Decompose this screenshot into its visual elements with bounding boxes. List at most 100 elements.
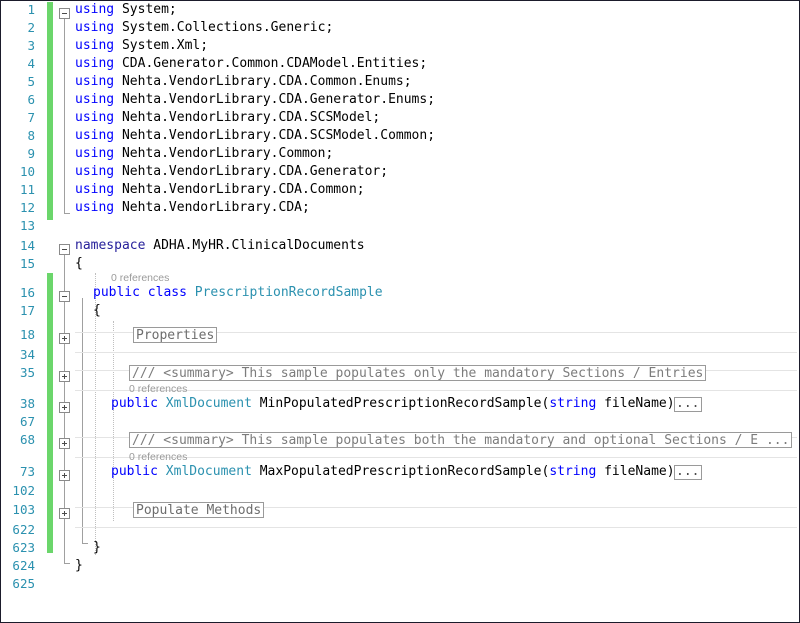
- code-editor-window: 1using System;2using System.Collections.…: [0, 0, 800, 623]
- code-line-text[interactable]: using Nehta.VendorLibrary.CDA.SCSModel;: [75, 109, 380, 127]
- line-number: 73: [1, 463, 35, 481]
- codelens-references[interactable]: 0 references: [129, 382, 187, 396]
- editor-line: 6 using Nehta.VendorLibrary.CDA.Generator…: [1, 91, 799, 109]
- line-number: 16: [1, 284, 35, 302]
- code-line-text[interactable]: public XmlDocument MaxPopulatedPrescript…: [111, 463, 675, 481]
- line-number: 10: [1, 163, 35, 181]
- token: fileName): [596, 464, 674, 479]
- token: {: [75, 256, 83, 271]
- token: using: [75, 128, 114, 143]
- token: Nehta.VendorLibrary.CDA.SCSModel.Common;: [114, 128, 435, 143]
- code-line-text[interactable]: namespace ADHA.MyHR.ClinicalDocuments: [75, 237, 365, 255]
- code-line-text[interactable]: using Nehta.VendorLibrary.CDA.Common.Enu…: [75, 73, 412, 91]
- code-line-text[interactable]: using Nehta.VendorLibrary.CDA.Generator.…: [75, 91, 435, 109]
- token: public: [111, 464, 158, 479]
- token: using: [75, 38, 114, 53]
- editor-line: 13: [1, 217, 799, 235]
- code-line-text[interactable]: public class PrescriptionRecordSample: [93, 284, 383, 302]
- editor-line: 67: [1, 413, 799, 431]
- editor-line: 38 public XmlDocument MinPopulatedPrescri…: [1, 395, 799, 413]
- editor-line: 73 public XmlDocument MaxPopulatedPrescri…: [1, 463, 799, 481]
- token: MinPopulatedPrescriptionRecordSample(: [252, 396, 549, 411]
- line-number: 625: [1, 575, 35, 593]
- editor-line: 10 using Nehta.VendorLibrary.CDA.Generato…: [1, 163, 799, 181]
- token: System.Xml;: [114, 38, 208, 53]
- collapsed-body-ellipsis[interactable]: ...: [674, 397, 701, 412]
- editor-line: 5using Nehta.VendorLibrary.CDA.Common.En…: [1, 73, 799, 91]
- collapsed-summary-chip[interactable]: /// <summary> This sample populates only…: [129, 365, 706, 381]
- editor-line: 12 using Nehta.VendorLibrary.CDA;: [1, 199, 799, 217]
- line-number: 102: [1, 482, 35, 500]
- code-line-text[interactable]: {: [93, 302, 101, 320]
- collapsed-region-chip[interactable]: Properties: [133, 327, 217, 343]
- collapsed-region-chip[interactable]: Populate Methods: [133, 502, 264, 518]
- token: ADHA.MyHR.ClinicalDocuments: [145, 238, 364, 253]
- code-line-text[interactable]: using System.Xml;: [75, 37, 208, 55]
- line-number: 11: [1, 181, 35, 199]
- line-number: 9: [1, 145, 35, 163]
- token: using: [75, 2, 114, 17]
- token: string: [549, 396, 596, 411]
- code-line-text[interactable]: using System;: [75, 1, 177, 19]
- token: public: [111, 396, 158, 411]
- token: CDA.Generator.Common.CDAModel.Entities;: [114, 56, 427, 71]
- code-line-text[interactable]: {: [75, 255, 83, 273]
- token: using: [75, 110, 114, 125]
- code-line-text[interactable]: using CDA.Generator.Common.CDAModel.Enti…: [75, 55, 427, 73]
- code-line-text[interactable]: }: [75, 557, 83, 575]
- editor-line: 1using System;: [1, 1, 799, 19]
- token: Nehta.VendorLibrary.CDA.SCSModel;: [114, 110, 380, 125]
- code-editor-surface[interactable]: 1using System;2using System.Collections.…: [1, 1, 799, 622]
- line-number: 6: [1, 91, 35, 109]
- line-number: 38: [1, 395, 35, 413]
- token: {: [93, 303, 101, 318]
- code-line-text[interactable]: using System.Collections.Generic;: [75, 19, 333, 37]
- collapsed-summary-chip[interactable]: /// <summary> This sample populates both…: [129, 432, 792, 448]
- token: using: [75, 164, 114, 179]
- token: using: [75, 182, 114, 197]
- token: public class: [93, 285, 187, 300]
- editor-line: 4 using CDA.Generator.Common.CDAModel.Ent…: [1, 55, 799, 73]
- editor-line: 102: [1, 482, 799, 500]
- token: using: [75, 74, 114, 89]
- line-number: 14: [1, 237, 35, 255]
- code-line-text[interactable]: using Nehta.VendorLibrary.CDA.Common;: [75, 181, 365, 199]
- token: fileName): [596, 396, 674, 411]
- token: using: [75, 20, 114, 35]
- code-line-text[interactable]: using Nehta.VendorLibrary.CDA.SCSModel.C…: [75, 127, 435, 145]
- token: System.Collections.Generic;: [114, 20, 333, 35]
- codelens-references[interactable]: 0 references: [129, 450, 187, 464]
- line-number: 622: [1, 521, 35, 539]
- code-line-text[interactable]: using Nehta.VendorLibrary.CDA;: [75, 199, 310, 217]
- token: XmlDocument: [166, 464, 252, 479]
- code-line-text[interactable]: }: [93, 539, 101, 557]
- editor-line: 34: [1, 346, 799, 364]
- token: [158, 464, 166, 479]
- token: using: [75, 56, 114, 71]
- line-number: 4: [1, 55, 35, 73]
- token: Nehta.VendorLibrary.CDA.Generator;: [114, 164, 388, 179]
- line-number: 13: [1, 217, 35, 235]
- code-line-text[interactable]: using Nehta.VendorLibrary.Common;: [75, 145, 333, 163]
- token: using: [75, 200, 114, 215]
- line-number: 35: [1, 364, 35, 382]
- line-number: 12: [1, 199, 35, 217]
- collapsed-body-ellipsis[interactable]: ...: [674, 465, 701, 480]
- editor-line: 623}: [1, 539, 799, 557]
- editor-line: 8using Nehta.VendorLibrary.CDA.SCSModel.…: [1, 127, 799, 145]
- editor-line: 18Properties: [1, 326, 799, 344]
- line-number: 3: [1, 37, 35, 55]
- token: Nehta.VendorLibrary.Common;: [114, 146, 333, 161]
- editor-line: 103Populate Methods: [1, 501, 799, 519]
- token: System;: [114, 2, 177, 17]
- code-line-text[interactable]: public XmlDocument MinPopulatedPrescript…: [111, 395, 675, 413]
- code-line-text[interactable]: using Nehta.VendorLibrary.CDA.Generator;: [75, 163, 388, 181]
- editor-line: 622: [1, 521, 799, 539]
- line-number: 68: [1, 431, 35, 449]
- token: using: [75, 146, 114, 161]
- token: namespace: [75, 238, 145, 253]
- token: string: [549, 464, 596, 479]
- editor-line: 624}: [1, 557, 799, 575]
- codelens-references[interactable]: 0 references: [111, 271, 169, 285]
- token: using: [75, 92, 114, 107]
